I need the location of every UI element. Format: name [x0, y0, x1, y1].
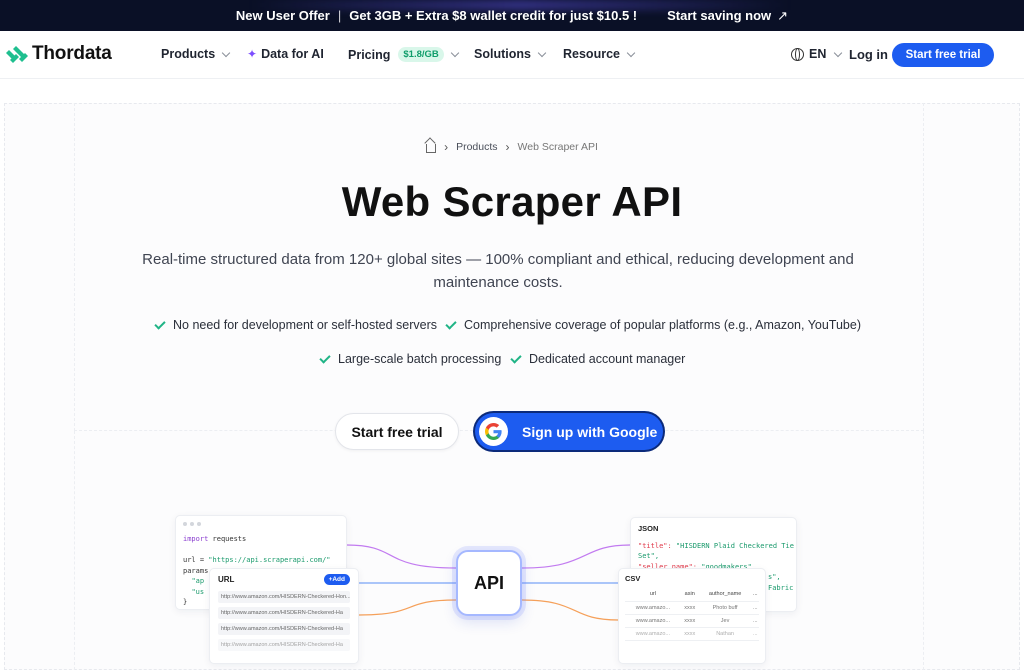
csv-header: asin — [680, 588, 699, 602]
csv-card-title: CSV — [625, 574, 641, 583]
csv-row: www.amazo... xxxx Jev... — [625, 614, 759, 628]
api-node: API — [456, 550, 522, 616]
csv-output-card: CSV url asin author_name ... www.amazo..… — [618, 568, 766, 664]
code-line: url = "https://api.scraperapi.com/" — [183, 556, 331, 564]
url-row: http://www.amazon.com/HISDERN-Checkered-… — [218, 591, 350, 603]
json-line: Set", — [638, 552, 660, 560]
json-card-title: JSON — [638, 524, 659, 533]
csv-row: www.amazo... xxxx Photo buff... — [625, 601, 759, 615]
csv-header: author_name — [698, 588, 752, 602]
url-row: http://www.amazon.com/HISDERN-Checkered-… — [218, 623, 350, 635]
url-row: http://www.amazon.com/HISDERN-Checkered-… — [218, 639, 350, 651]
json-line: "title": "HISDERN Plaid Checkered Tie — [638, 541, 794, 550]
csv-header: ... — [751, 588, 759, 602]
window-dots — [183, 522, 339, 526]
add-url-button: +Add — [323, 574, 350, 585]
csv-header: url — [625, 588, 681, 602]
csv-table: url asin author_name ... www.amazo... xxx… — [625, 588, 759, 641]
csv-row: www.amazo... xxxx Nathan... — [625, 627, 759, 641]
url-row: http://www.amazon.com/HISDERN-Checkered-… — [218, 607, 350, 619]
url-card-title: URL — [218, 575, 235, 584]
code-line: import requests — [183, 535, 247, 543]
url-list-card: URL +Add http://www.amazon.com/HISDERN-C… — [209, 568, 359, 664]
